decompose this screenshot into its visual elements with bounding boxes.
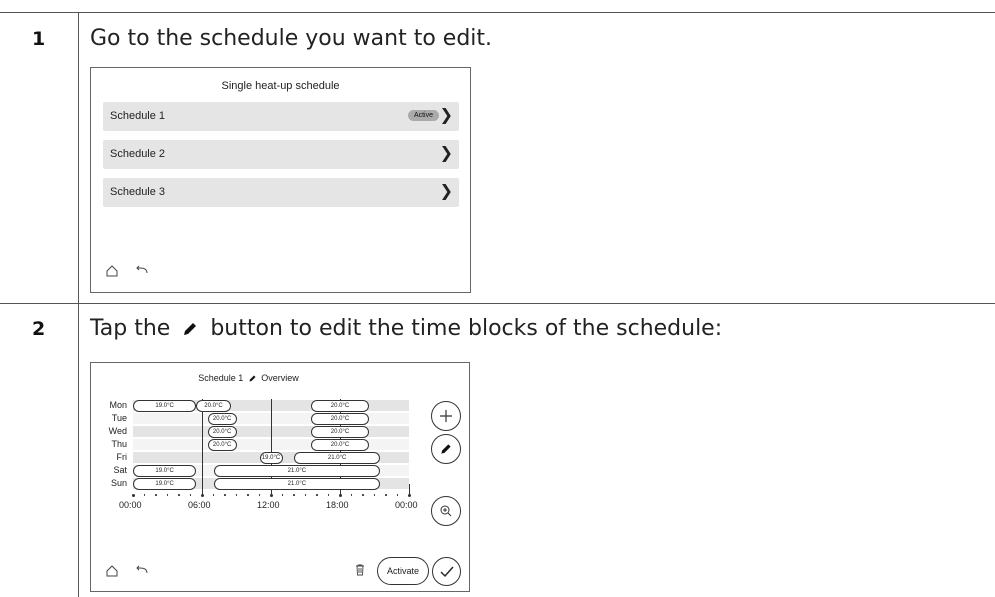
table-row-divider: [0, 303, 995, 304]
time-block[interactable]: 21.0°C: [294, 452, 381, 464]
day-label: Thu: [111, 439, 127, 449]
axis-tick: [270, 494, 273, 497]
checkmark-icon: [440, 566, 454, 577]
day-label: Wed: [108, 426, 127, 436]
pencil-icon: [249, 375, 256, 382]
chevron-right-icon: ❯: [439, 105, 453, 124]
axis-tick: [178, 494, 180, 496]
schedule-list-screen: Single heat-up schedule Schedule 1 Activ…: [90, 67, 471, 293]
time-block[interactable]: 19.0°C: [259, 452, 283, 464]
step-number: 2: [32, 318, 46, 340]
axis-tick: [258, 494, 260, 496]
time-axis-label: 18:00: [326, 500, 349, 510]
time-block[interactable]: 19.0°C: [133, 478, 197, 490]
day-label: Fri: [116, 452, 128, 462]
time-gridline: [202, 399, 203, 496]
time-block[interactable]: 20.0°C: [207, 439, 237, 451]
axis-end-line: [409, 484, 410, 496]
schedule-row[interactable]: Schedule 1 Active ❯: [103, 102, 459, 131]
time-block[interactable]: 20.0°C: [207, 413, 237, 425]
chevron-right-icon: ❯: [439, 181, 453, 200]
chevron-right-icon: ❯: [439, 143, 453, 162]
instruction-table: 1 Go to the schedule you want to edit. S…: [0, 0, 995, 597]
time-axis-label: 00:00: [119, 500, 142, 510]
time-block[interactable]: 20.0°C: [311, 400, 369, 412]
step-text-after: button to edit the time blocks of the sc…: [210, 316, 723, 341]
screen-title-overview: Overview: [261, 373, 299, 383]
active-badge: Active: [407, 110, 439, 121]
schedule-row-label: Schedule 2: [110, 148, 166, 160]
plus-icon: [440, 410, 452, 422]
axis-tick: [385, 494, 387, 496]
axis-tick: [155, 494, 157, 496]
zoom-icon: [440, 505, 452, 517]
time-block[interactable]: 20.0°C: [311, 413, 369, 425]
axis-tick: [339, 494, 342, 497]
axis-tick: [396, 494, 398, 496]
axis-tick: [224, 494, 226, 496]
edit-block-button[interactable]: [431, 434, 461, 464]
schedule-row[interactable]: Schedule 3 ❯: [103, 178, 459, 207]
axis-tick: [201, 494, 204, 497]
back-arrow-icon[interactable]: [135, 565, 149, 577]
axis-tick: [373, 494, 375, 496]
axis-tick: [327, 494, 329, 496]
axis-tick: [235, 494, 237, 496]
time-block[interactable]: 19.0°C: [133, 400, 197, 412]
time-block[interactable]: 20.0°C: [207, 426, 237, 438]
home-icon[interactable]: [105, 264, 119, 278]
back-arrow-icon[interactable]: [135, 265, 149, 277]
time-block[interactable]: 21.0°C: [213, 478, 381, 490]
time-block[interactable]: 19.0°C: [133, 465, 197, 477]
day-label: Sun: [110, 478, 127, 488]
screen-title: Single heat-up schedule: [221, 80, 340, 92]
zoom-button[interactable]: [431, 496, 461, 526]
axis-tick: [212, 494, 214, 496]
time-axis-label: 00:00: [395, 500, 418, 510]
axis-tick: [247, 494, 249, 496]
axis-tick: [362, 494, 364, 496]
trash-icon[interactable]: [355, 564, 365, 576]
time-axis-label: 06:00: [188, 500, 211, 510]
time-axis-label: 12:00: [257, 500, 280, 510]
table-top-border: [0, 12, 995, 13]
pencil-icon: [441, 444, 451, 454]
axis-tick: [166, 494, 168, 496]
schedule-row-label: Schedule 1: [110, 110, 166, 122]
time-block[interactable]: 21.0°C: [213, 465, 381, 477]
pencil-icon: [184, 323, 197, 335]
schedule-overview-screen: Schedule 1 Overview Mon Tue Wed Thu Fri Sat Su…: [90, 362, 470, 592]
axis-tick: [304, 494, 306, 496]
time-block[interactable]: 20.0°C: [311, 439, 369, 451]
step-text: Tap the button to edit the time blocks o…: [90, 316, 722, 341]
axis-tick: [189, 494, 191, 496]
axis-tick: [350, 494, 352, 496]
confirm-button[interactable]: [432, 557, 461, 586]
add-block-button[interactable]: [431, 401, 461, 431]
axis-tick: [143, 494, 145, 496]
time-block[interactable]: 20.0°C: [311, 426, 369, 438]
axis-tick: [281, 494, 283, 496]
schedule-row-label: Schedule 3: [110, 186, 166, 198]
home-icon[interactable]: [105, 564, 119, 578]
day-label: Sat: [113, 465, 127, 475]
axis-tick: [293, 494, 295, 496]
screen-title: Schedule 1 Overview: [91, 373, 406, 383]
day-label: Mon: [109, 400, 127, 410]
step-number: 1: [32, 28, 46, 50]
time-block[interactable]: 20.0°C: [196, 400, 231, 412]
screen-title-schedule: Schedule 1: [198, 373, 244, 383]
table-column-divider: [78, 12, 79, 597]
step-text-before: Tap the: [90, 316, 171, 341]
axis-tick: [132, 494, 135, 497]
axis-tick: [316, 494, 318, 496]
day-label: Tue: [111, 413, 127, 423]
schedule-row[interactable]: Schedule 2 ❯: [103, 140, 459, 169]
step-text: Go to the schedule you want to edit.: [90, 26, 493, 51]
activate-button[interactable]: Activate: [377, 557, 429, 585]
